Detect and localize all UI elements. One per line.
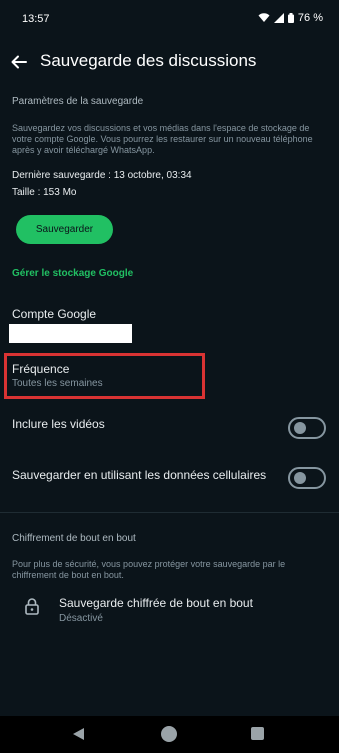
backup-button[interactable]: Sauvegarder: [16, 215, 113, 244]
encryption-description: Pour plus de sécurité, vous pouvez proté…: [12, 559, 286, 580]
google-account-label[interactable]: Compte Google: [12, 307, 96, 321]
status-icons: 76 %: [258, 12, 323, 24]
include-videos-toggle[interactable]: [288, 417, 326, 439]
battery-level: 76 %: [297, 12, 323, 24]
cellular-backup-toggle[interactable]: [288, 467, 326, 489]
encrypted-backup-label[interactable]: Sauvegarde chiffrée de bout en bout: [59, 596, 253, 610]
page-title: Sauvegarde des discussions: [40, 51, 257, 70]
last-backup-info: Dernière sauvegarde : 13 octobre, 03:34: [12, 170, 192, 181]
backup-size-info: Taille : 153 Mo: [12, 187, 77, 198]
encryption-header: Chiffrement de bout en bout: [12, 533, 136, 544]
lock-icon: [25, 598, 39, 615]
cellular-backup-label: Sauvegarder en utilisant les données cel…: [12, 468, 267, 482]
battery-icon: [287, 13, 294, 23]
app-bar: Sauvegarde des discussions: [0, 44, 339, 80]
status-bar: 13:57 76 %: [0, 0, 339, 40]
status-time: 13:57: [22, 13, 50, 25]
redacted-account-email: [9, 324, 132, 343]
encrypted-backup-status: Désactivé: [59, 613, 103, 624]
nav-home-icon[interactable]: [161, 726, 177, 742]
backup-description: Sauvegardez vos discussions et vos média…: [12, 123, 313, 155]
toggle-knob: [294, 422, 306, 434]
nav-back-icon[interactable]: [72, 727, 85, 741]
backup-settings-header: Paramètres de la sauvegarde: [12, 96, 144, 107]
back-arrow-icon[interactable]: [9, 52, 29, 72]
manage-google-storage-link[interactable]: Gérer le stockage Google: [12, 268, 133, 279]
nav-recents-icon[interactable]: [251, 727, 264, 740]
include-videos-label: Inclure les vidéos: [12, 417, 105, 431]
wifi-icon: [258, 13, 270, 22]
signal-icon: [273, 13, 284, 23]
frequency-highlight: [4, 353, 205, 399]
toggle-knob: [294, 472, 306, 484]
system-nav-bar: [0, 716, 339, 753]
section-divider: [0, 512, 339, 513]
